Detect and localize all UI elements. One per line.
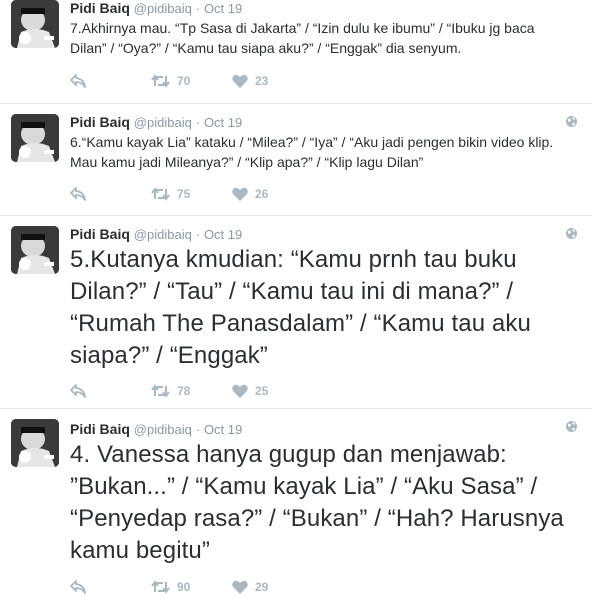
- heart-icon: [232, 580, 248, 594]
- like-count: 29: [255, 580, 269, 594]
- like-count: 23: [255, 74, 269, 88]
- retweet-count: 78: [177, 384, 191, 398]
- heart-icon: [232, 187, 248, 201]
- retweet-button[interactable]: 75: [151, 186, 190, 202]
- retweet-icon: [151, 187, 170, 201]
- tweet-text: 4. Vanessa hanya gugup dan menjawab: ”Bu…: [70, 441, 564, 564]
- reply-icon: [70, 384, 86, 398]
- globe-icon: [566, 421, 577, 432]
- retweet-count: 70: [177, 74, 191, 88]
- tweet-actions: 70 23: [70, 73, 370, 89]
- tweet-item[interactable]: Pidi Baiq @pidibaiq · Oct 19 4. Vanessa …: [0, 409, 592, 612]
- tweet-header: Pidi Baiq @pidibaiq · Oct 19: [70, 421, 242, 438]
- retweet-button[interactable]: 90: [151, 579, 190, 595]
- reply-button[interactable]: [70, 73, 86, 89]
- retweet-button[interactable]: 78: [151, 383, 190, 399]
- avatar[interactable]: [11, 419, 59, 467]
- retweet-icon: [151, 74, 170, 88]
- globe-icon: [566, 228, 577, 239]
- avatar[interactable]: [11, 226, 59, 274]
- tweet-text: 5.Kutanya kmudian: “Kamu prnh tau buku D…: [70, 246, 531, 369]
- tweet-timestamp[interactable]: Oct 19: [204, 1, 242, 16]
- tweet-actions: 75 26: [70, 186, 370, 202]
- author-name[interactable]: Pidi Baiq: [70, 114, 130, 130]
- retweet-count: 90: [177, 580, 191, 594]
- like-button[interactable]: 29: [232, 579, 268, 595]
- like-button[interactable]: 26: [232, 186, 268, 202]
- author-name[interactable]: Pidi Baiq: [70, 421, 130, 437]
- author-handle[interactable]: @pidibaiq: [134, 115, 192, 130]
- tweet-text: 7.Akhirnya mau. “Tp Sasa di Jakarta” / “…: [70, 20, 535, 56]
- tweet-timestamp[interactable]: Oct 19: [204, 422, 242, 437]
- author-name[interactable]: Pidi Baiq: [70, 0, 130, 16]
- reply-icon: [70, 187, 86, 201]
- separator-dot: ·: [195, 422, 201, 437]
- avatar[interactable]: [11, 0, 59, 48]
- tweet-header: Pidi Baiq @pidibaiq · Oct 19: [70, 114, 242, 131]
- like-count: 25: [255, 384, 269, 398]
- retweet-icon: [151, 580, 170, 594]
- author-handle[interactable]: @pidibaiq: [134, 227, 192, 242]
- like-button[interactable]: 23: [232, 73, 268, 89]
- retweet-count: 75: [177, 187, 191, 201]
- globe-icon: [566, 116, 577, 127]
- tweet-header: Pidi Baiq @pidibaiq · Oct 19: [70, 226, 242, 243]
- tweet-item[interactable]: Pidi Baiq @pidibaiq · Oct 19 7.Akhirnya …: [0, 0, 592, 104]
- reply-icon: [70, 74, 86, 88]
- retweet-button[interactable]: 70: [151, 73, 190, 89]
- tweet-actions: 78 25: [70, 383, 370, 399]
- reply-icon: [70, 580, 86, 594]
- avatar[interactable]: [11, 114, 59, 162]
- tweet-item[interactable]: Pidi Baiq @pidibaiq · Oct 19 6.“Kamu kay…: [0, 104, 592, 216]
- author-name[interactable]: Pidi Baiq: [70, 226, 130, 242]
- reply-button[interactable]: [70, 383, 86, 399]
- tweet-timestamp[interactable]: Oct 19: [204, 227, 242, 242]
- reply-button[interactable]: [70, 186, 86, 202]
- tweet-header: Pidi Baiq @pidibaiq · Oct 19: [70, 0, 242, 17]
- separator-dot: ·: [195, 115, 201, 130]
- like-count: 26: [255, 187, 269, 201]
- author-handle[interactable]: @pidibaiq: [134, 1, 192, 16]
- tweet-timestamp[interactable]: Oct 19: [204, 115, 242, 130]
- heart-icon: [232, 384, 248, 398]
- tweet-actions: 90 29: [70, 579, 370, 595]
- tweet-text: 6.“Kamu kayak Lia” kataku / “Milea?” / “…: [70, 134, 554, 170]
- tweet-item[interactable]: Pidi Baiq @pidibaiq · Oct 19 5.Kutanya k…: [0, 216, 592, 409]
- separator-dot: ·: [195, 227, 201, 242]
- separator-dot: ·: [195, 1, 201, 16]
- author-handle[interactable]: @pidibaiq: [134, 422, 192, 437]
- reply-button[interactable]: [70, 579, 86, 595]
- retweet-icon: [151, 384, 170, 398]
- like-button[interactable]: 25: [232, 383, 268, 399]
- heart-icon: [232, 74, 248, 88]
